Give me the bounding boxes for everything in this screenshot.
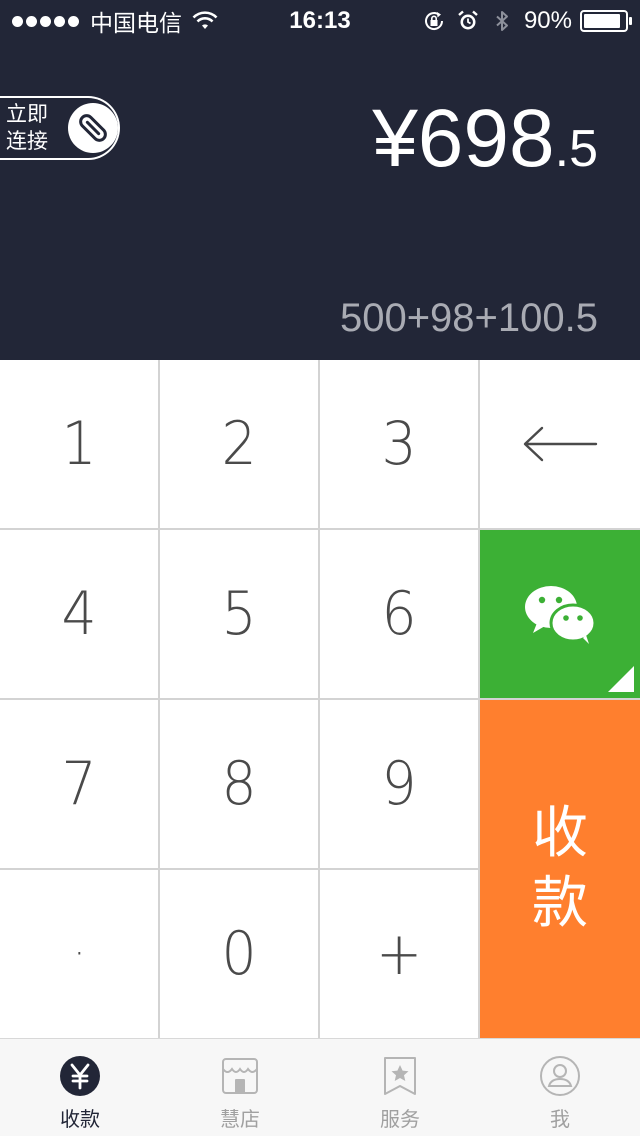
wechat-icon xyxy=(525,586,597,644)
key-3-label: 3 xyxy=(381,409,417,479)
key-1-label: 1 xyxy=(61,409,97,479)
key-9-label: 9 xyxy=(381,749,417,819)
header-panel: 中国电信 16:13 90% 立即 连接 ¥698.5 500+98+100.5 xyxy=(0,0,640,360)
status-bar: 中国电信 16:13 90% xyxy=(0,0,640,40)
tab-services[interactable]: 服务 xyxy=(320,1039,480,1136)
amount-integer: 698 xyxy=(417,93,555,184)
key-7-label: 7 xyxy=(61,749,97,819)
collect-label-line2: 款 xyxy=(532,871,588,936)
key-dot[interactable]: · xyxy=(0,870,158,1038)
key-6[interactable]: 6 xyxy=(320,530,478,698)
store-icon xyxy=(222,1058,258,1094)
key-1[interactable]: 1 xyxy=(0,360,158,528)
key-4-label: 4 xyxy=(61,579,97,649)
amount-expression: 500+98+100.5 xyxy=(339,296,598,340)
key-dot-label: · xyxy=(73,931,85,977)
key-3[interactable]: 3 xyxy=(320,360,478,528)
user-icon xyxy=(540,1056,580,1096)
rotation-lock-icon xyxy=(424,12,443,30)
left-arrow-icon xyxy=(523,426,598,462)
link-icon xyxy=(68,103,118,153)
battery-fill xyxy=(584,14,620,28)
key-5-label: 5 xyxy=(221,579,257,649)
status-right: 90% xyxy=(412,6,632,36)
tab-bar: 收款 慧店 服务 我 xyxy=(0,1038,640,1136)
key-2-label: 2 xyxy=(221,409,257,479)
tab-me[interactable]: 我 xyxy=(480,1039,640,1136)
tab-me-label: 我 xyxy=(550,1107,570,1131)
key-9[interactable]: 9 xyxy=(320,700,478,868)
tab-services-label: 服务 xyxy=(380,1107,420,1131)
battery-icon xyxy=(580,10,632,32)
battery-percentage: 90% xyxy=(523,7,572,34)
key-6-label: 6 xyxy=(381,579,417,649)
tab-store-label: 慧店 xyxy=(220,1107,260,1131)
wechat-pay-button[interactable] xyxy=(480,530,640,698)
key-plus[interactable]: + xyxy=(320,870,478,1038)
star-bookmark-icon xyxy=(384,1057,416,1095)
key-5[interactable]: 5 xyxy=(160,530,318,698)
collect-label-line1: 收 xyxy=(532,801,588,866)
key-0[interactable]: 0 xyxy=(160,870,318,1038)
total-amount: ¥698.5 xyxy=(372,92,598,186)
alarm-icon xyxy=(458,10,478,30)
collect-payment-button[interactable]: 收 款 xyxy=(480,700,640,1038)
connect-label-line1: 立即 xyxy=(6,102,48,126)
currency-symbol: ¥ xyxy=(372,93,418,184)
tab-collect-label: 收款 xyxy=(60,1107,100,1131)
key-7[interactable]: 7 xyxy=(0,700,158,868)
key-2[interactable]: 2 xyxy=(160,360,318,528)
yuan-icon xyxy=(60,1056,100,1096)
key-8[interactable]: 8 xyxy=(160,700,318,868)
bluetooth-icon xyxy=(496,11,508,31)
key-4[interactable]: 4 xyxy=(0,530,158,698)
key-plus-label: + xyxy=(375,919,423,989)
backspace-button[interactable] xyxy=(480,360,640,528)
corner-triangle-icon xyxy=(608,666,634,692)
connect-now-button[interactable]: 立即 连接 xyxy=(0,96,120,160)
key-8-label: 8 xyxy=(221,749,257,819)
connect-label: 立即 连接 xyxy=(6,101,64,155)
tab-store[interactable]: 慧店 xyxy=(160,1039,320,1136)
amount-decimal: .5 xyxy=(554,120,598,178)
key-0-label: 0 xyxy=(221,919,257,989)
connect-label-line2: 连接 xyxy=(6,129,48,153)
tab-collect[interactable]: 收款 xyxy=(0,1039,160,1136)
keypad: 1 2 3 4 5 6 7 8 9 · 0 + 收 款 xyxy=(0,360,640,1038)
